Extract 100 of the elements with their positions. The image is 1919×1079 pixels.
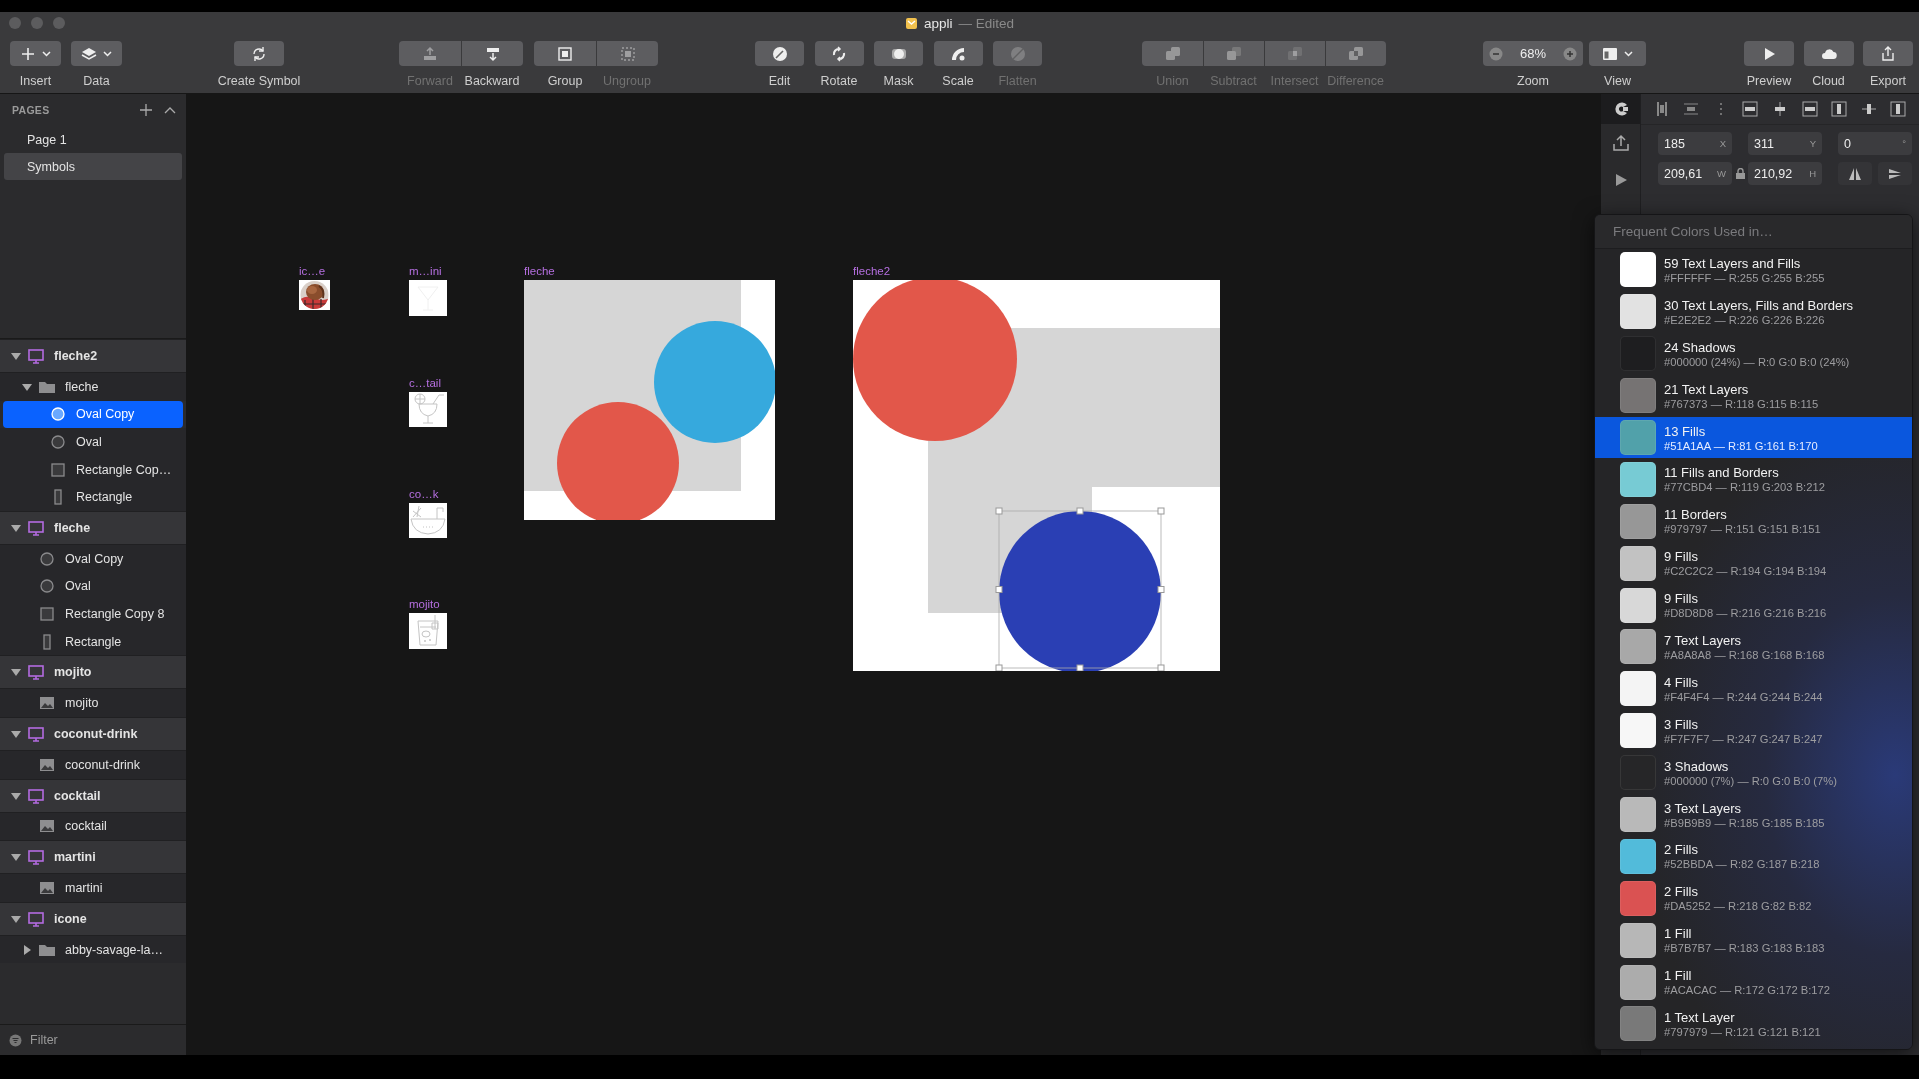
layer-row[interactable]: cocktail <box>0 812 186 841</box>
toolbar-label: Data <box>83 74 110 88</box>
layer-row[interactable]: abby-savage-la… <box>0 935 186 964</box>
artboard-label[interactable]: ic…e <box>299 265 326 277</box>
color-row[interactable]: 9 Fills #C2C2C2 — R:194 G:194 B:194 <box>1595 542 1912 585</box>
color-value: #DA5252 — R:218 G:82 B:82 <box>1664 900 1812 913</box>
layers-icon <box>81 45 97 62</box>
color-row[interactable]: 24 Shadows #000000 (24%) — R:0 G:0 B:0 (24%) <box>1595 332 1912 375</box>
layer-row[interactable]: coconut-drink <box>0 750 186 779</box>
page-item[interactable]: Symbols <box>4 153 182 180</box>
layer-row[interactable]: mojito <box>0 689 186 717</box>
color-row[interactable]: 11 Fills and Borders #77CBD4 — R:119 G:203 B:212 <box>1595 458 1912 501</box>
layer-row[interactable]: mojito <box>0 655 186 690</box>
align-icon[interactable] <box>1890 101 1907 117</box>
expanded-caret-icon[interactable] <box>22 381 32 392</box>
toolbar-button[interactable] <box>874 41 923 66</box>
position-field[interactable]: 311 Y <box>1748 132 1822 155</box>
color-row[interactable]: 2 Fills #DA5252 — R:218 G:82 B:82 <box>1595 877 1912 920</box>
toolbar-button[interactable] <box>71 41 122 66</box>
toolbar-button[interactable] <box>461 41 523 66</box>
expanded-caret-icon[interactable] <box>11 728 21 739</box>
page-item[interactable]: Page 1 <box>4 126 182 153</box>
flip-vertical-button[interactable] <box>1878 162 1912 185</box>
layer-name: Rectangle Copy 8 <box>65 606 165 621</box>
layer-row[interactable]: fleche <box>0 373 186 401</box>
color-row[interactable]: 9 Fills #D8D8D8 — R:216 G:216 B:216 <box>1595 584 1912 626</box>
color-row[interactable]: 7 Text Layers #A8A8A8 — R:168 G:168 B:168 <box>1595 626 1912 668</box>
position-field[interactable]: 185 X <box>1658 132 1732 155</box>
layer-row[interactable]: Rectangle Cop… <box>0 455 186 484</box>
artboard-label[interactable]: c…tail <box>409 377 441 389</box>
artboard-label[interactable]: mojito <box>409 598 440 610</box>
layer-row[interactable]: Rectangle <box>0 483 186 511</box>
plus-icon[interactable] <box>140 104 152 116</box>
color-row[interactable]: 13 Fills #51A1AA — R:81 G:161 B:170 <box>1595 416 1912 459</box>
size-field[interactable]: 210,92 H <box>1748 162 1822 185</box>
expanded-caret-icon[interactable] <box>11 522 21 533</box>
layer-row[interactable]: cocktail <box>0 778 186 813</box>
layer-row[interactable]: martini <box>0 874 186 902</box>
layer-row[interactable]: Rectangle Copy 8 <box>0 600 186 628</box>
color-row[interactable]: 4 Fills #F4F4F4 — R:244 G:244 B:244 <box>1595 667 1912 710</box>
toolbar-button[interactable] <box>1803 41 1854 66</box>
expanded-caret-icon[interactable] <box>11 790 21 801</box>
minus-icon <box>1489 46 1503 61</box>
layer-row[interactable]: icone <box>0 901 186 936</box>
layer-row[interactable]: Oval Copy <box>0 544 186 573</box>
toolbar-button[interactable] <box>814 41 864 66</box>
artboard-label[interactable]: fleche2 <box>853 265 891 277</box>
align-icon[interactable] <box>1742 101 1759 117</box>
artboard-label[interactable]: co…k <box>409 488 439 500</box>
layer-row[interactable]: Rectangle <box>0 627 186 656</box>
color-row[interactable]: 59 Text Layers and Fills #FFFFFF — R:255 G:255 B:255 <box>1595 249 1912 291</box>
layer-name: icone <box>54 911 87 926</box>
expanded-caret-icon[interactable] <box>11 351 21 361</box>
zoom-in-button[interactable] <box>1563 46 1577 61</box>
zoom-out-button[interactable] <box>1489 46 1503 61</box>
align-icon[interactable] <box>1801 101 1818 117</box>
artboard-label[interactable]: m…ini <box>409 265 442 277</box>
flip-horizontal-button[interactable] <box>1838 162 1872 185</box>
layer-row[interactable]: fleche2 <box>0 339 186 373</box>
color-row[interactable]: 21 Text Layers #767373 — R:118 G:115 B:115 <box>1595 374 1912 417</box>
expanded-caret-icon[interactable] <box>11 852 21 863</box>
artboard-label[interactable]: fleche <box>524 265 555 277</box>
color-row[interactable]: 1 Fill #ACACAC — R:172 G:172 B:172 <box>1595 961 1912 1004</box>
color-row[interactable]: 3 Shadows #000000 (7%) — R:0 G:0 B:0 (7%) <box>1595 751 1912 794</box>
color-row[interactable]: 11 Borders #979797 — R:151 G:151 B:151 <box>1595 500 1912 543</box>
toolbar-button[interactable] <box>1589 41 1646 66</box>
collapsed-caret-icon[interactable] <box>22 944 32 955</box>
layer-row[interactable]: fleche <box>0 510 186 545</box>
layer-row[interactable]: coconut-drink <box>0 716 186 751</box>
toolbar-button[interactable] <box>1863 41 1913 66</box>
size-field[interactable]: 209,61 W <box>1658 162 1732 185</box>
toolbar-label: Rotate <box>820 74 858 88</box>
toolbar-button[interactable] <box>534 41 596 66</box>
expanded-caret-icon[interactable] <box>11 667 21 678</box>
color-row[interactable]: 1 Text Layer #797979 — R:121 G:121 B:121 <box>1595 1003 1912 1045</box>
layer-row[interactable]: Oval <box>0 428 186 456</box>
expanded-caret-icon[interactable] <box>11 913 21 924</box>
section-title: PAGES <box>12 104 51 116</box>
toolbar-button[interactable] <box>755 41 804 66</box>
color-row[interactable]: 2 Fills #52BBDA — R:82 G:187 B:218 <box>1595 835 1912 878</box>
align-icon[interactable] <box>1683 101 1700 117</box>
color-row[interactable]: 3 Fills #F7F7F7 — R:247 G:247 B:247 <box>1595 709 1912 752</box>
layer-row[interactable]: martini <box>0 840 186 875</box>
toolbar-button[interactable] <box>1744 41 1794 66</box>
color-row[interactable]: 3 Text Layers #B9B9B9 — R:185 G:185 B:185 <box>1595 793 1912 836</box>
toolbar-button[interactable] <box>933 41 983 66</box>
toolbar-button[interactable] <box>10 41 61 66</box>
align-icon[interactable] <box>1860 101 1877 117</box>
layer-row[interactable]: Oval Copy <box>3 400 183 429</box>
collapse-icon[interactable] <box>164 106 176 114</box>
color-row[interactable]: 30 Text Layers, Fills and Borders #E2E2E2 — R:226 G:226 B:226 <box>1595 290 1912 333</box>
color-value: #B7B7B7 — R:183 G:183 B:183 <box>1664 942 1825 955</box>
toolbar-button[interactable] <box>234 41 284 66</box>
filter-field[interactable]: Filter <box>30 1033 150 1047</box>
toolbar-label: View <box>1604 74 1631 88</box>
rotation-field[interactable]: 0 ° <box>1838 132 1912 155</box>
color-value: #F7F7F7 — R:247 G:247 B:247 <box>1664 732 1823 745</box>
color-row[interactable]: 1 Fill #B7B7B7 — R:183 G:183 B:183 <box>1595 919 1912 962</box>
align-icon[interactable] <box>1831 101 1848 117</box>
layer-row[interactable]: Oval <box>0 572 186 601</box>
